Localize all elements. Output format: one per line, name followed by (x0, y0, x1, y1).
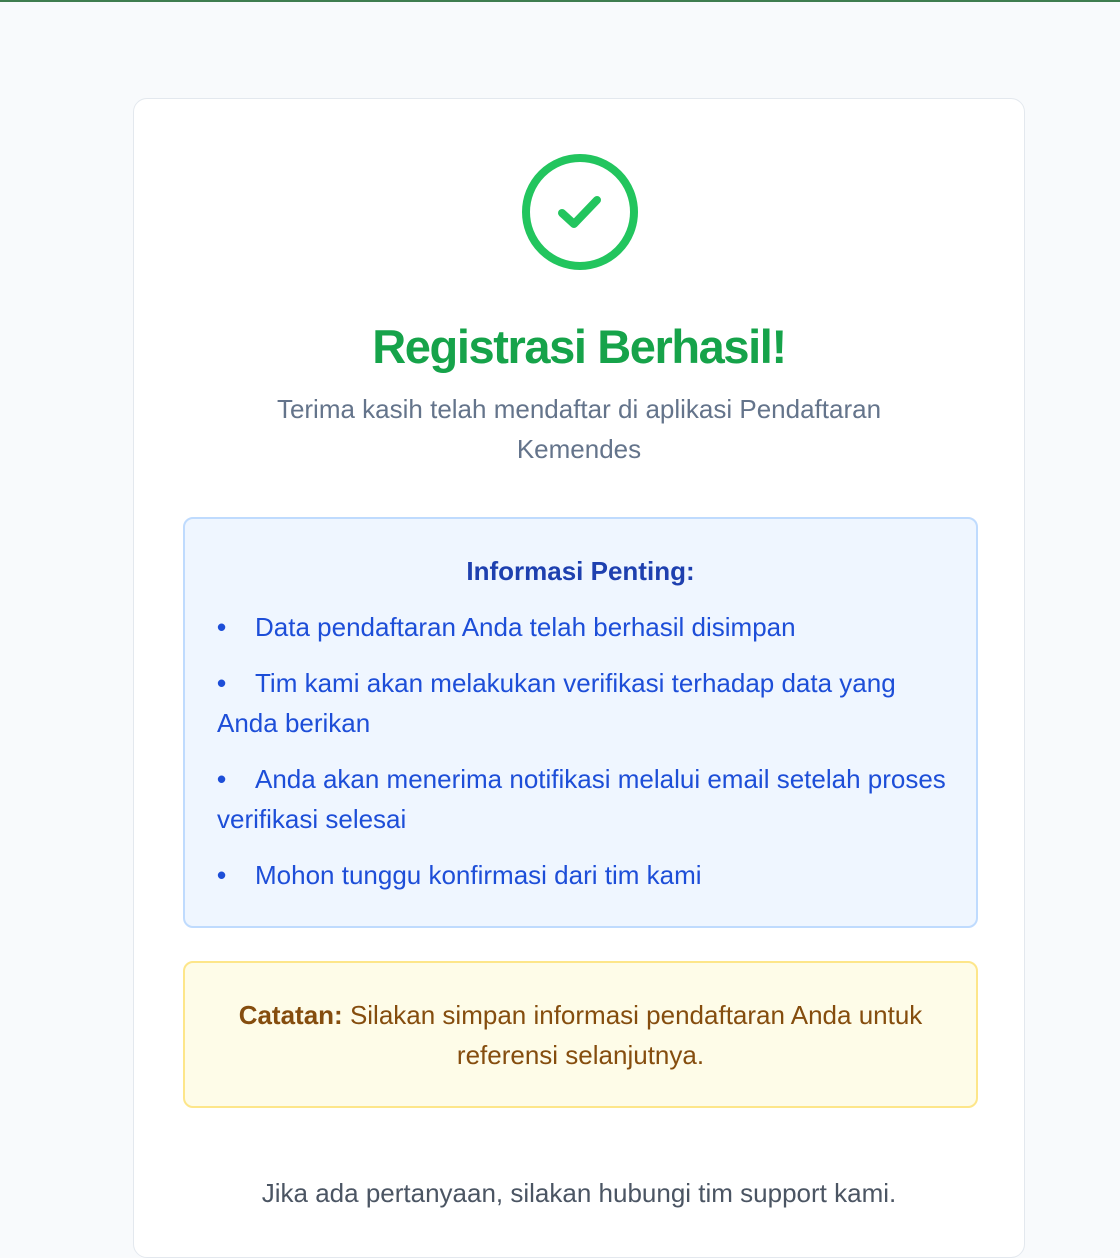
note-label: Catatan: (238, 1000, 343, 1030)
check-circle-icon (520, 152, 640, 272)
info-box: Informasi Penting: • Data pendaftaran And… (183, 517, 978, 928)
note-body: Silakan simpan informasi pendaftaran And… (349, 1000, 923, 1070)
list-item-text: Mohon tunggu konfirmasi dari tim kami (255, 860, 702, 890)
list-item: • Data pendaftaran Anda telah berhasil di… (217, 607, 957, 647)
success-card: Registrasi Berhasil! Terima kasih telah … (133, 98, 1025, 1258)
top-border-line (0, 0, 1120, 2)
list-item: • Mohon tunggu konfirmasi dari tim kami (217, 855, 957, 895)
bullet-icon: • (217, 860, 227, 890)
list-item-text: Anda akan menerima notifikasi melalui em… (217, 764, 946, 834)
note-box: Catatan: Silakan simpan informasi pendaf… (183, 961, 978, 1108)
list-item-text: Tim kami akan melakukan verifikasi terha… (217, 668, 896, 738)
list-item-text: Data pendaftaran Anda telah berhasil dis… (255, 612, 796, 642)
page-subtitle: Terima kasih telah mendaftar di aplikasi… (276, 394, 882, 464)
info-list: • Data pendaftaran Anda telah berhasil di… (217, 607, 957, 911)
bullet-icon: • (217, 668, 227, 698)
list-item: • Tim kami akan melakukan verifikasi terh… (217, 663, 957, 743)
list-item: • Anda akan menerima notifikasi melalui e… (217, 759, 957, 839)
note-text: Catatan: Silakan simpan informasi pendaf… (225, 995, 936, 1075)
support-text: Jika ada pertanyaan, silakan hubungi tim… (261, 1178, 897, 1208)
info-title: Informasi Penting: (466, 556, 695, 586)
bullet-icon: • (217, 612, 227, 642)
page-title: Registrasi Berhasil! (372, 320, 787, 373)
bullet-icon: • (217, 764, 227, 794)
